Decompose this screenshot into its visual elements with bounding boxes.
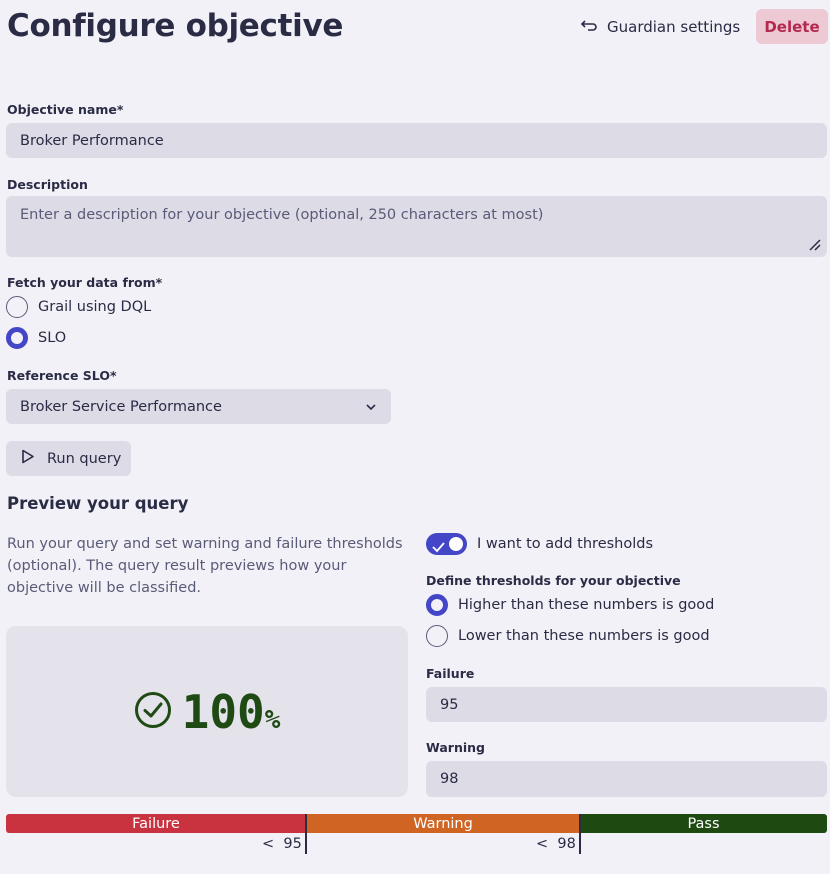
radio-grail-dql[interactable]: Grail using DQL — [6, 296, 151, 318]
scale-segment-warning: Warning — [306, 814, 580, 833]
radio-label: Lower than these numbers is good — [458, 628, 710, 644]
delete-button[interactable]: Delete — [756, 9, 828, 44]
define-thresholds-label: Define thresholds for your objective — [426, 573, 681, 588]
radio-label: Higher than these numbers is good — [458, 597, 715, 613]
warning-threshold-input[interactable]: 98 — [426, 761, 827, 797]
radio-slo[interactable]: SLO — [6, 327, 66, 349]
thresholds-toggle[interactable] — [426, 533, 467, 555]
chevron-down-icon — [365, 399, 377, 415]
preview-description: Run your query and set warning and failu… — [7, 536, 403, 596]
radio-button-selected[interactable] — [6, 327, 28, 349]
reference-slo-value: Broker Service Performance — [20, 398, 222, 415]
preview-section-title: Preview your query — [7, 494, 189, 513]
scale-tick-warning — [579, 814, 581, 854]
description-label: Description — [7, 177, 88, 192]
radio-higher-is-good[interactable]: Higher than these numbers is good — [426, 594, 714, 616]
scale-segment-failure: Failure — [6, 814, 306, 833]
radio-button-selected[interactable] — [426, 594, 448, 616]
scale-tick-failure — [305, 814, 307, 854]
page-title: Configure objective — [7, 8, 344, 44]
guardian-settings-link[interactable]: Guardian settings — [580, 14, 740, 40]
fetch-source-label: Fetch your data from* — [7, 275, 163, 290]
result-unit: % — [264, 704, 281, 735]
radio-button[interactable] — [6, 296, 28, 318]
thresholds-toggle-label: I want to add thresholds — [477, 536, 654, 552]
scale-segment-pass: Pass — [580, 814, 827, 833]
thresholds-toggle-row[interactable]: I want to add thresholds — [426, 533, 653, 555]
check-icon — [432, 538, 445, 557]
toggle-knob — [449, 537, 463, 551]
play-icon — [21, 449, 35, 468]
resize-grip-icon[interactable] — [809, 239, 821, 251]
radio-label: Grail using DQL — [38, 299, 152, 315]
scale-tick-label-warning: < 98 — [536, 836, 576, 852]
check-circle-icon — [134, 691, 172, 733]
failure-threshold-label: Failure — [426, 666, 475, 681]
threshold-scale-bar: Failure Warning Pass — [6, 814, 827, 833]
objective-name-input[interactable]: Broker Performance — [6, 123, 827, 158]
reference-slo-select[interactable]: Broker Service Performance — [6, 389, 391, 424]
run-query-button[interactable]: Run query — [6, 441, 131, 476]
warning-threshold-label: Warning — [426, 740, 485, 755]
radio-button[interactable] — [426, 625, 448, 647]
scale-tick-label-failure: < 95 — [262, 836, 302, 852]
radio-label: SLO — [38, 330, 67, 346]
guardian-settings-label: Guardian settings — [607, 18, 741, 36]
objective-name-label: Objective name* — [7, 102, 124, 117]
description-textarea[interactable]: Enter a description for your objective (… — [6, 196, 827, 257]
query-result-preview: 100 % — [6, 626, 408, 797]
failure-threshold-input[interactable]: 95 — [426, 687, 827, 722]
run-query-label: Run query — [47, 450, 122, 467]
reference-slo-label: Reference SLO* — [7, 368, 117, 383]
description-placeholder: Enter a description for your objective (… — [20, 207, 544, 223]
radio-lower-is-good[interactable]: Lower than these numbers is good — [426, 625, 710, 647]
back-arrow-icon — [580, 18, 598, 36]
result-value: 100 — [181, 684, 265, 739]
